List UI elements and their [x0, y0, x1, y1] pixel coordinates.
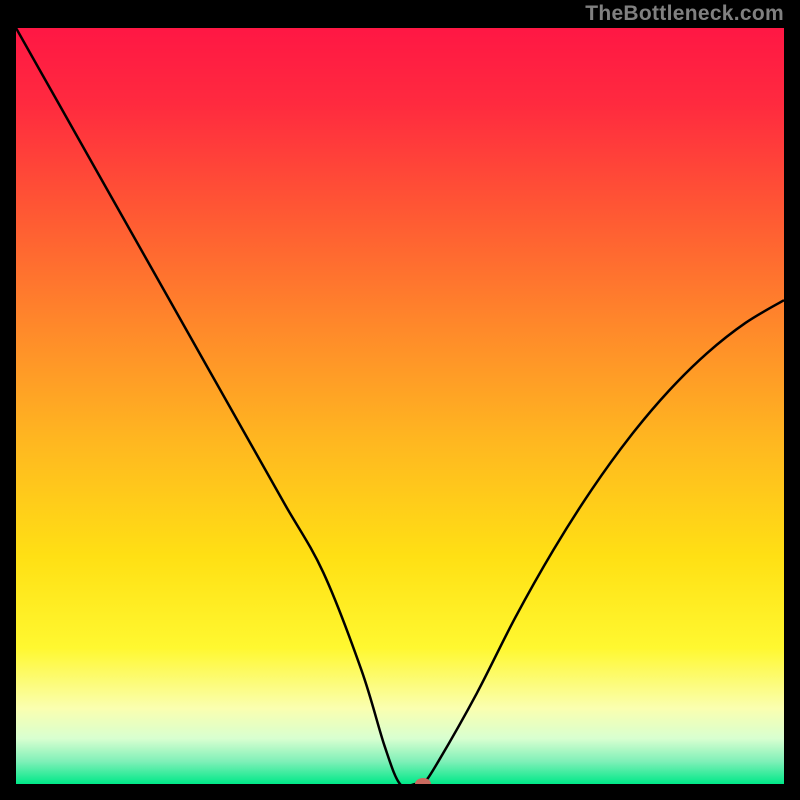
- chart-container: TheBottleneck.com: [0, 0, 800, 800]
- gradient-background: [16, 28, 784, 784]
- chart-svg: [16, 28, 784, 784]
- site-watermark: TheBottleneck.com: [585, 2, 784, 26]
- plot-area: [16, 28, 784, 784]
